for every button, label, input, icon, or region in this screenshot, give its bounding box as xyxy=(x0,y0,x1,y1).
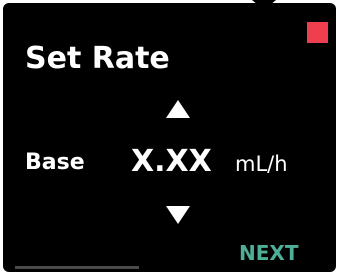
base-label: Base xyxy=(25,150,85,175)
rate-value: X.XX xyxy=(131,144,212,179)
progress-bar-fill xyxy=(15,266,139,269)
triangle-down-icon xyxy=(166,206,190,224)
decrease-rate-button[interactable] xyxy=(165,205,191,225)
progress-bar xyxy=(15,266,139,269)
next-button[interactable]: NEXT xyxy=(239,240,298,266)
increase-rate-button[interactable] xyxy=(165,99,191,119)
triangle-up-icon xyxy=(166,100,190,118)
page-title: Set Rate xyxy=(25,41,170,76)
device-screen: Set Rate Base X.XX mL/h NEXT xyxy=(3,3,336,272)
rate-unit: mL/h xyxy=(235,152,288,176)
rate-row: Base X.XX mL/h xyxy=(3,143,336,183)
status-indicator-icon xyxy=(307,22,328,43)
